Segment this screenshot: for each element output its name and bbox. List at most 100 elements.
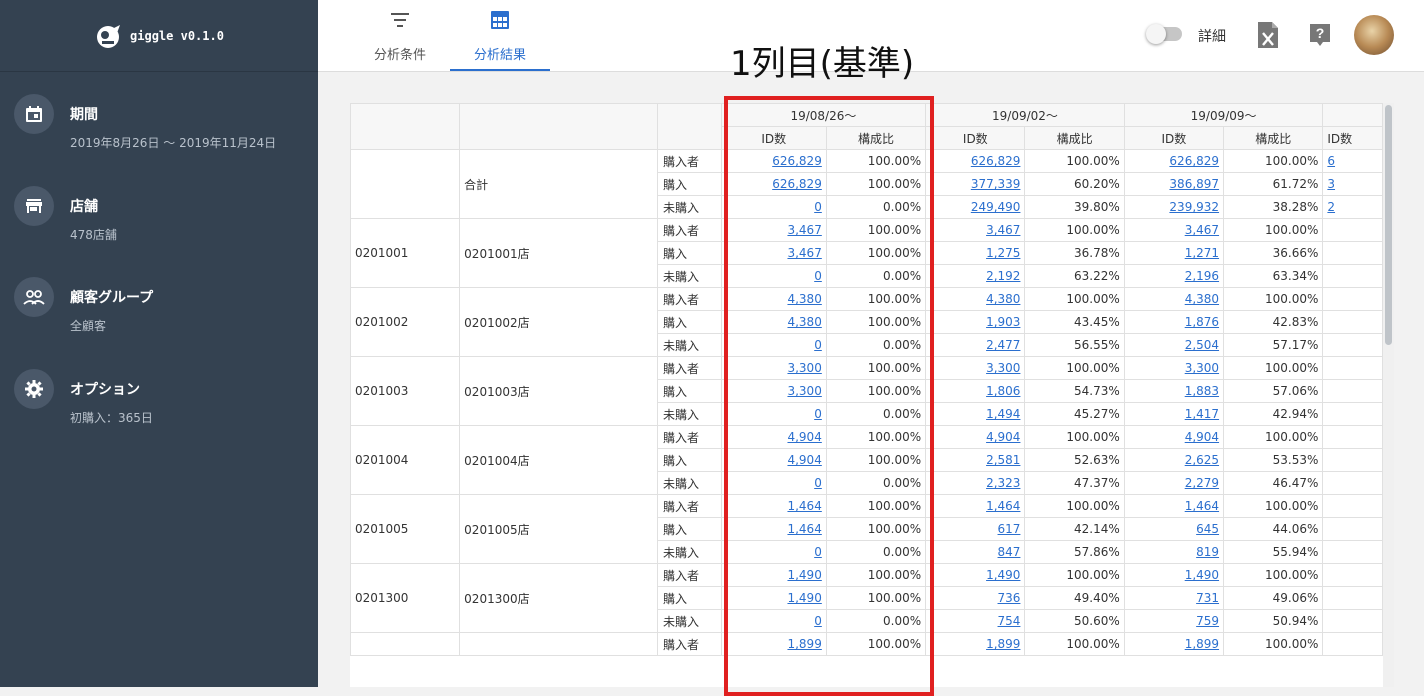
id-count-link[interactable]: 4,904: [986, 430, 1020, 444]
id-count-link[interactable]: 3,467: [986, 223, 1020, 237]
user-avatar[interactable]: [1354, 15, 1394, 55]
id-count-link[interactable]: 736: [998, 591, 1021, 605]
scrollbar-thumb[interactable]: [1385, 105, 1392, 345]
tab-analysis-results[interactable]: 分析結果: [450, 0, 550, 71]
id-count-link[interactable]: 239,932: [1169, 200, 1219, 214]
id-count-link[interactable]: 626,829: [772, 177, 822, 191]
ratio-cell: 100.00%: [825, 494, 927, 518]
id-count-link[interactable]: 847: [998, 545, 1021, 559]
ratio-cell: 100.00%: [825, 310, 927, 334]
id-count-link[interactable]: 3,300: [787, 361, 821, 375]
ratio-cell: 46.47%: [1223, 471, 1324, 495]
id-count-cell: 4,904: [720, 448, 827, 472]
id-count-link[interactable]: 1,899: [986, 637, 1020, 651]
id-count-link[interactable]: 626,829: [1169, 154, 1219, 168]
id-count-cell: 1,806: [925, 379, 1026, 403]
sidebar-item-store[interactable]: 店舗 478店舗: [0, 186, 318, 266]
ratio-cell: 57.06%: [1223, 379, 1324, 403]
sidebar-item-sub: 2019年8月26日 ～ 2019年11月24日: [70, 136, 277, 150]
id-count-link[interactable]: 1,883: [1185, 384, 1219, 398]
sidebar-item-customer-group[interactable]: 顧客グループ 全顧客: [0, 277, 318, 357]
id-count-link[interactable]: 3,467: [787, 246, 821, 260]
id-count-link[interactable]: 1,899: [1185, 637, 1219, 651]
id-count-link[interactable]: 2,625: [1185, 453, 1219, 467]
id-count-link[interactable]: 2,504: [1185, 338, 1219, 352]
id-count-link[interactable]: 1,494: [986, 407, 1020, 421]
toggle-knob[interactable]: [1146, 24, 1166, 44]
sidebar-item-period[interactable]: 期間 2019年8月26日 ～ 2019年11月24日: [0, 94, 318, 174]
id-count-cell: 3,300: [1123, 356, 1225, 380]
partial-cell: [1322, 402, 1383, 426]
id-count-link[interactable]: 1,271: [1185, 246, 1219, 260]
ratio-cell: 0.00%: [825, 333, 927, 357]
id-count-link[interactable]: 754: [998, 614, 1021, 628]
id-count-link[interactable]: 626,829: [971, 154, 1021, 168]
id-count-link[interactable]: 0: [814, 200, 822, 214]
id-count-link[interactable]: 4,904: [787, 453, 821, 467]
id-count-link[interactable]: 1,490: [986, 568, 1020, 582]
detail-toggle[interactable]: [1146, 24, 1182, 44]
week-header: 19/09/02～: [925, 103, 1125, 127]
id-count-link[interactable]: 626,829: [772, 154, 822, 168]
id-count-link[interactable]: 4,904: [1185, 430, 1219, 444]
id-count-link[interactable]: 2: [1327, 200, 1335, 214]
help-icon[interactable]: ?: [1310, 22, 1330, 48]
vertical-scrollbar[interactable]: [1383, 103, 1394, 687]
id-count-link[interactable]: 386,897: [1169, 177, 1219, 191]
id-count-link[interactable]: 4,380: [986, 292, 1020, 306]
id-count-link[interactable]: 3,300: [787, 384, 821, 398]
id-count-link[interactable]: 1,806: [986, 384, 1020, 398]
id-count-link[interactable]: 1,490: [787, 568, 821, 582]
id-count-link[interactable]: 2,279: [1185, 476, 1219, 490]
sidebar-item-options[interactable]: オプション 初購入：365日: [0, 369, 318, 449]
id-count-link[interactable]: 617: [998, 522, 1021, 536]
id-count-link[interactable]: 3,467: [787, 223, 821, 237]
id-count-link[interactable]: 645: [1196, 522, 1219, 536]
id-count-link[interactable]: 4,904: [787, 430, 821, 444]
id-count-link[interactable]: 759: [1196, 614, 1219, 628]
id-count-link[interactable]: 819: [1196, 545, 1219, 559]
excel-export-icon[interactable]: [1258, 22, 1278, 48]
id-count-link[interactable]: 1,464: [787, 499, 821, 513]
id-count-link[interactable]: 1,490: [787, 591, 821, 605]
id-count-link[interactable]: 1,464: [1185, 499, 1219, 513]
id-count-link[interactable]: 3,300: [1185, 361, 1219, 375]
id-count-link[interactable]: 1,876: [1185, 315, 1219, 329]
id-count-link[interactable]: 4,380: [787, 315, 821, 329]
id-count-link[interactable]: 0: [814, 338, 822, 352]
id-count-link[interactable]: 2,192: [986, 269, 1020, 283]
type-cell: 購入者: [656, 356, 722, 380]
id-count-link[interactable]: 4,380: [787, 292, 821, 306]
type-cell: 購入者: [656, 287, 722, 311]
ratio-cell: 100.00%: [1223, 425, 1324, 449]
id-count-link[interactable]: 2,581: [986, 453, 1020, 467]
id-count-link[interactable]: 1,275: [986, 246, 1020, 260]
id-count-link[interactable]: 1,464: [787, 522, 821, 536]
id-count-link[interactable]: 4,380: [1185, 292, 1219, 306]
id-count-link[interactable]: 249,490: [971, 200, 1021, 214]
id-count-link[interactable]: 3: [1327, 177, 1335, 191]
tab-analysis-conditions[interactable]: 分析条件: [350, 0, 450, 71]
id-count-link[interactable]: 6: [1327, 154, 1335, 168]
id-count-link[interactable]: 2,477: [986, 338, 1020, 352]
id-count-cell: 626,829: [720, 149, 827, 173]
id-count-link[interactable]: 1,490: [1185, 568, 1219, 582]
id-count-link[interactable]: 377,339: [971, 177, 1021, 191]
id-count-link[interactable]: 0: [814, 614, 822, 628]
id-count-link[interactable]: 0: [814, 269, 822, 283]
id-count-link[interactable]: 0: [814, 476, 822, 490]
id-count-link[interactable]: 3,467: [1185, 223, 1219, 237]
id-count-link[interactable]: 2,323: [986, 476, 1020, 490]
id-count-cell: 377,339: [925, 172, 1026, 196]
id-count-link[interactable]: 0: [814, 407, 822, 421]
id-count-link[interactable]: 731: [1196, 591, 1219, 605]
id-count-link[interactable]: 1,899: [787, 637, 821, 651]
id-count-link[interactable]: 1,464: [986, 499, 1020, 513]
id-count-link[interactable]: 2,196: [1185, 269, 1219, 283]
id-count-link[interactable]: 1,903: [986, 315, 1020, 329]
ratio-cell: 100.00%: [1223, 563, 1324, 587]
id-count-link[interactable]: 1,417: [1185, 407, 1219, 421]
id-count-link[interactable]: 3,300: [986, 361, 1020, 375]
ratio-cell: 100.00%: [825, 172, 927, 196]
id-count-link[interactable]: 0: [814, 545, 822, 559]
